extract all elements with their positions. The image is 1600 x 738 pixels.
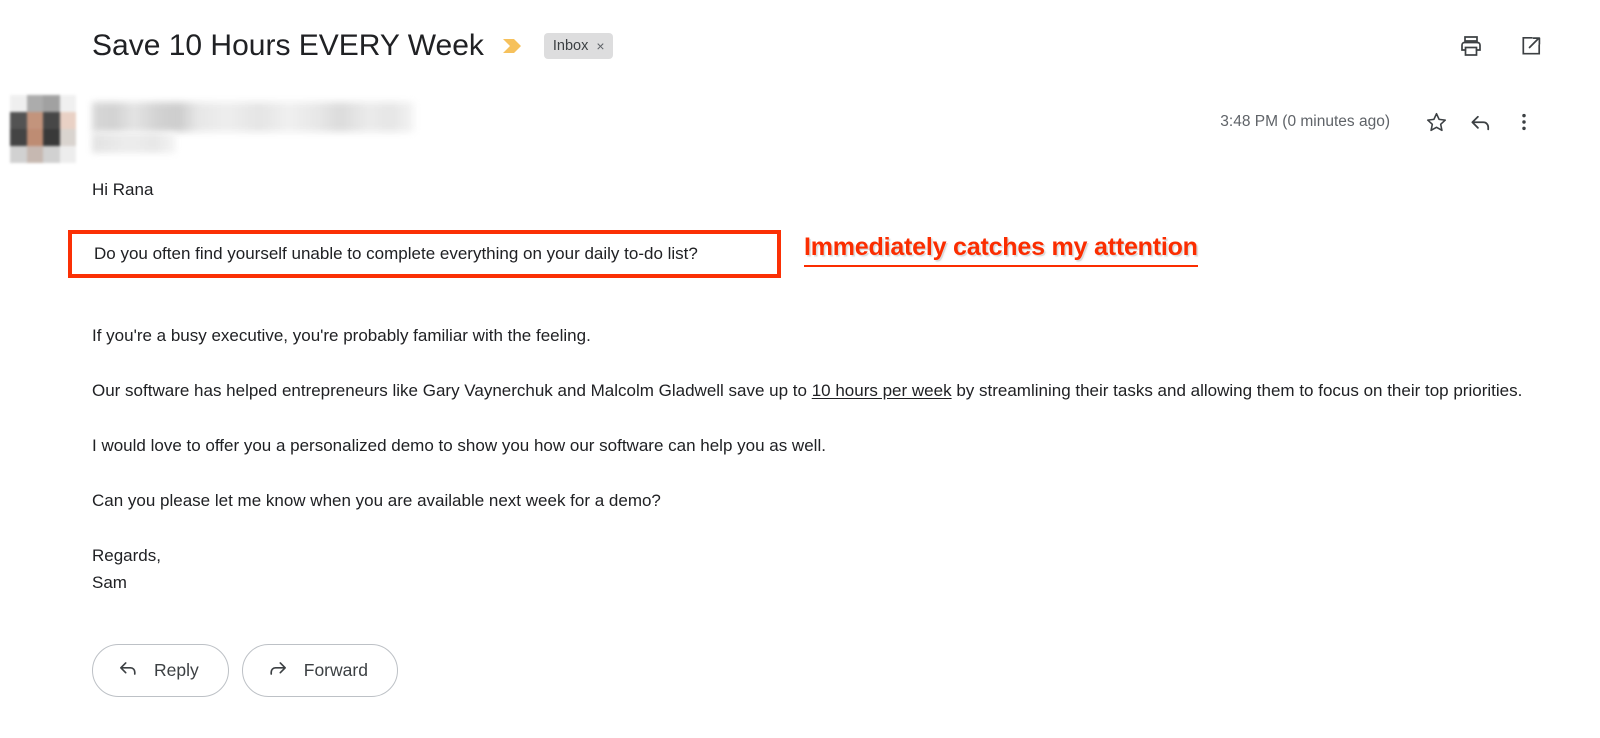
forward-button-label: Forward [303, 659, 368, 680]
avatar[interactable] [10, 95, 76, 163]
reply-arrow-icon[interactable] [1458, 100, 1502, 144]
print-icon[interactable] [1458, 33, 1484, 59]
annotation-text: Immediately catches my attention [804, 232, 1198, 267]
page-title: Save 10 Hours EVERY Week [92, 29, 484, 62]
sender-email-redacted [92, 133, 176, 153]
close-icon[interactable]: × [596, 39, 604, 53]
label-chip-inbox[interactable]: Inbox × [543, 33, 613, 59]
sender-name-redacted [92, 102, 414, 132]
body-paragraph-2-part2: by streamlining their tasks and allowing… [951, 381, 1523, 400]
body-paragraph-1: If you're a busy executive, you're proba… [92, 326, 591, 345]
subject-left-group: Save 10 Hours EVERY Week Inbox × [92, 28, 613, 64]
timestamp: 3:48 PM (0 minutes ago) [1220, 113, 1390, 130]
forward-arrow-icon [267, 657, 289, 684]
signoff-line: Regards, [92, 546, 161, 565]
highlighted-annotation-row: Do you often find yourself unable to com… [68, 230, 1552, 294]
reply-button-label: Reply [154, 659, 199, 680]
signature-block: Regards, Sam [92, 542, 1552, 596]
greeting-line: Hi Rana [92, 180, 154, 199]
body-paragraph-2: Our software has helped entrepreneurs li… [92, 377, 1552, 404]
highlighted-question-text: Do you often find yourself unable to com… [94, 244, 698, 263]
header-actions [1458, 33, 1544, 59]
pixelated-avatar [10, 95, 76, 163]
sender-row: 3:48 PM (0 minutes ago) [0, 92, 1600, 164]
message-body: Hi Rana Do you often find yourself unabl… [68, 176, 1552, 596]
reply-button[interactable]: Reply [92, 644, 229, 697]
underlined-phrase: 10 hours per week [811, 381, 952, 400]
highlighted-question-box: Do you often find yourself unable to com… [68, 230, 781, 278]
reply-arrow-icon [117, 657, 139, 684]
body-paragraph-4: Can you please let me know when you are … [92, 491, 661, 510]
signature-name: Sam [92, 573, 127, 592]
body-paragraph-3: I would love to offer you a personalized… [92, 436, 826, 455]
star-icon[interactable] [1414, 100, 1458, 144]
message-actions: 3:48 PM (0 minutes ago) [1220, 100, 1546, 144]
body-paragraph-2-part1: Our software has helped entrepreneurs li… [92, 381, 812, 400]
message-action-buttons: Reply Forward [92, 644, 398, 697]
open-in-new-window-icon[interactable] [1518, 33, 1544, 59]
yellow-chevron-icon[interactable] [502, 36, 524, 56]
label-chip-text: Inbox [552, 38, 589, 54]
subject-header-row: Save 10 Hours EVERY Week Inbox × [0, 0, 1600, 92]
forward-button[interactable]: Forward [241, 644, 398, 697]
more-options-icon[interactable] [1502, 100, 1546, 144]
